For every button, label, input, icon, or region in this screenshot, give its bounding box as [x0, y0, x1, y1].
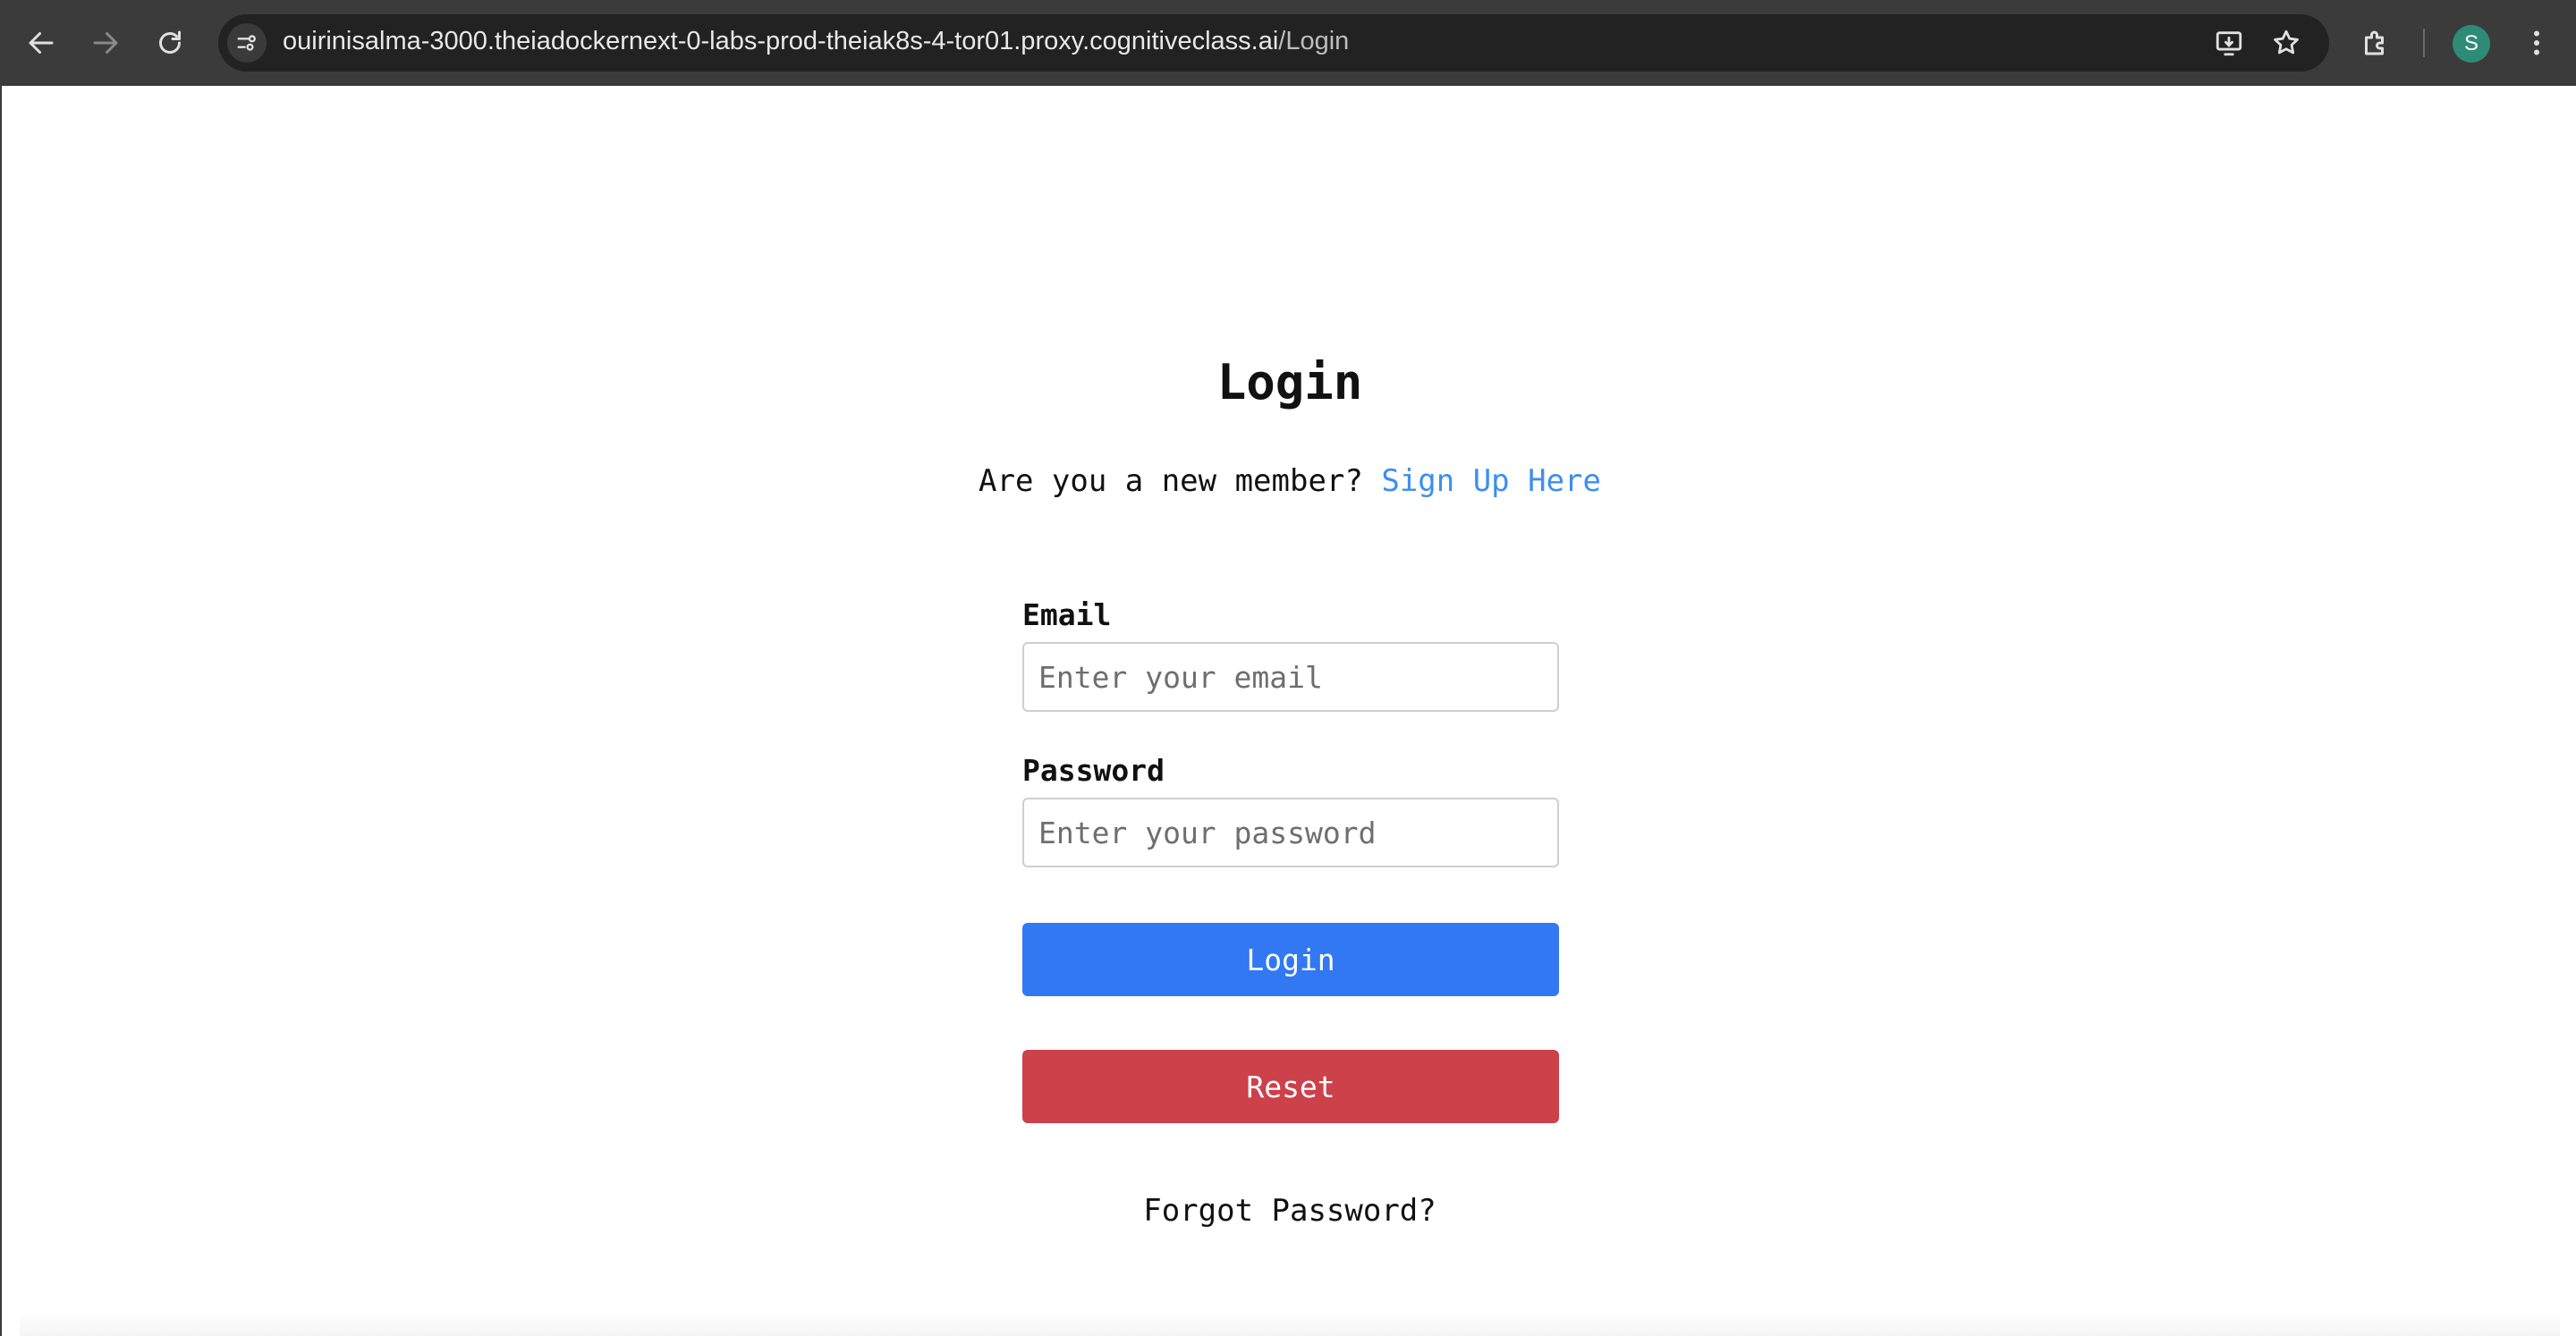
login-form: Email Password Login Reset — [1022, 596, 1559, 1123]
page-content: Login Are you a new member? Sign Up Here… — [0, 86, 2576, 1336]
browser-toolbar: ouirinisalma-3000.theiadockernext-0-labs… — [0, 0, 2576, 86]
back-arrow-icon[interactable] — [21, 23, 61, 63]
password-field[interactable] — [1022, 798, 1559, 867]
url-host: ouirinisalma-3000.theiadockernext-0-labs… — [283, 27, 1279, 55]
url-path: /Login — [1278, 27, 1350, 55]
reset-button[interactable]: Reset — [1022, 1050, 1559, 1123]
email-field[interactable] — [1022, 642, 1559, 712]
url-text[interactable]: ouirinisalma-3000.theiadockernext-0-labs… — [283, 27, 1349, 56]
forward-arrow-icon[interactable] — [86, 23, 125, 63]
profile-avatar[interactable]: S — [2453, 25, 2490, 63]
page-title: Login — [1216, 354, 1363, 410]
email-label: Email — [1022, 597, 1112, 632]
extensions-icon[interactable] — [2358, 25, 2394, 61]
toolbar-divider — [2423, 29, 2425, 57]
page-bottom-shadow — [20, 1313, 2560, 1336]
bookmark-star-icon[interactable] — [2270, 27, 2302, 59]
signup-prompt: Are you a new member? — [979, 463, 1363, 499]
password-label: Password — [1022, 753, 1165, 788]
forgot-password-link[interactable]: Forgot Password? — [2, 1193, 2576, 1229]
install-app-icon[interactable] — [2213, 27, 2245, 59]
menu-dots-icon[interactable] — [2519, 25, 2555, 61]
login-button[interactable]: Login — [1022, 923, 1559, 996]
reload-icon[interactable] — [150, 23, 190, 63]
site-info-icon[interactable] — [227, 23, 267, 63]
address-bar[interactable]: ouirinisalma-3000.theiadockernext-0-labs… — [218, 14, 2329, 72]
signup-prompt-line: Are you a new member? Sign Up Here — [2, 463, 2576, 499]
signup-link[interactable]: Sign Up Here — [1381, 463, 1601, 499]
